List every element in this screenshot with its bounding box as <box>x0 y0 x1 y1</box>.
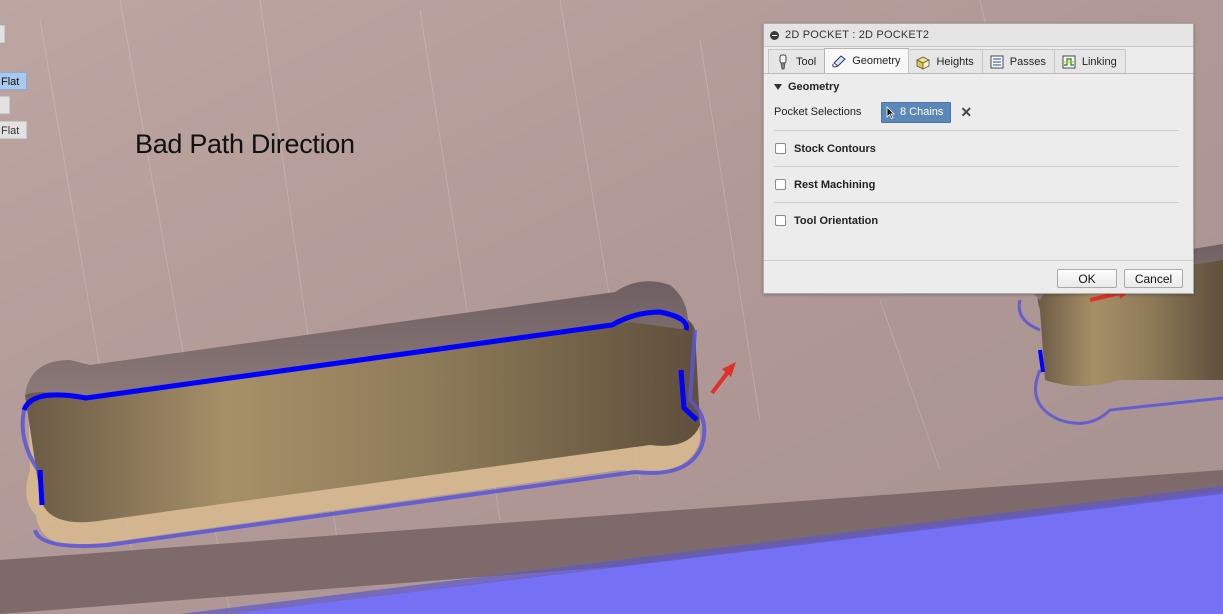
tab-heights[interactable]: Heights <box>908 49 983 73</box>
browser-item-flat-active[interactable]: Flat <box>0 72 27 90</box>
tab-geometry[interactable]: Geometry <box>824 48 910 73</box>
tab-linking[interactable]: Linking <box>1053 49 1126 73</box>
tab-tool[interactable]: Tool <box>768 49 826 73</box>
2d-pocket-dialog: 2D POCKET : 2D POCKET2 Tool Geometry Hei… <box>763 23 1194 294</box>
passes-icon <box>990 55 1004 68</box>
geometry-icon <box>832 55 846 68</box>
chains-selection-button[interactable]: 8 Chains <box>881 101 952 123</box>
tab-passes[interactable]: Passes <box>981 49 1055 73</box>
linking-icon <box>1062 55 1076 68</box>
browser-item[interactable] <box>0 96 10 114</box>
heights-icon <box>916 56 931 70</box>
rest-machining-row[interactable]: Rest Machining <box>764 167 1193 202</box>
annotation-text: Bad Path Direction <box>135 129 355 159</box>
browser-item[interactable] <box>0 25 5 43</box>
tool-orientation-row[interactable]: Tool Orientation <box>764 203 1193 238</box>
clear-selection-icon[interactable]: ✕ <box>960 105 972 119</box>
dialog-titlebar[interactable]: 2D POCKET : 2D POCKET2 <box>764 24 1193 47</box>
pocket-selections-label: Pocket Selections <box>774 106 862 118</box>
browser-item-flat[interactable]: Flat <box>0 121 27 139</box>
cancel-button[interactable]: Cancel <box>1124 269 1183 288</box>
dialog-tabs: Tool Geometry Heights Passes Linking <box>764 47 1193 74</box>
dialog-footer: OK Cancel <box>764 260 1193 293</box>
dialog-title: 2D POCKET : 2D POCKET2 <box>785 29 930 41</box>
expand-triangle-icon <box>774 84 782 90</box>
stock-contours-row[interactable]: Stock Contours <box>764 131 1193 166</box>
collapse-icon[interactable] <box>770 30 779 40</box>
pocket-selections-row: Pocket Selections 8 Chains ✕ <box>764 100 1193 124</box>
stock-contours-checkbox[interactable] <box>775 143 786 154</box>
cursor-arrow-icon <box>886 105 895 119</box>
ok-button[interactable]: OK <box>1057 269 1117 288</box>
geometry-section-header[interactable]: Geometry <box>764 74 1193 100</box>
tool-icon <box>779 54 787 69</box>
rest-machining-checkbox[interactable] <box>775 179 786 190</box>
tool-orientation-checkbox[interactable] <box>775 215 786 226</box>
